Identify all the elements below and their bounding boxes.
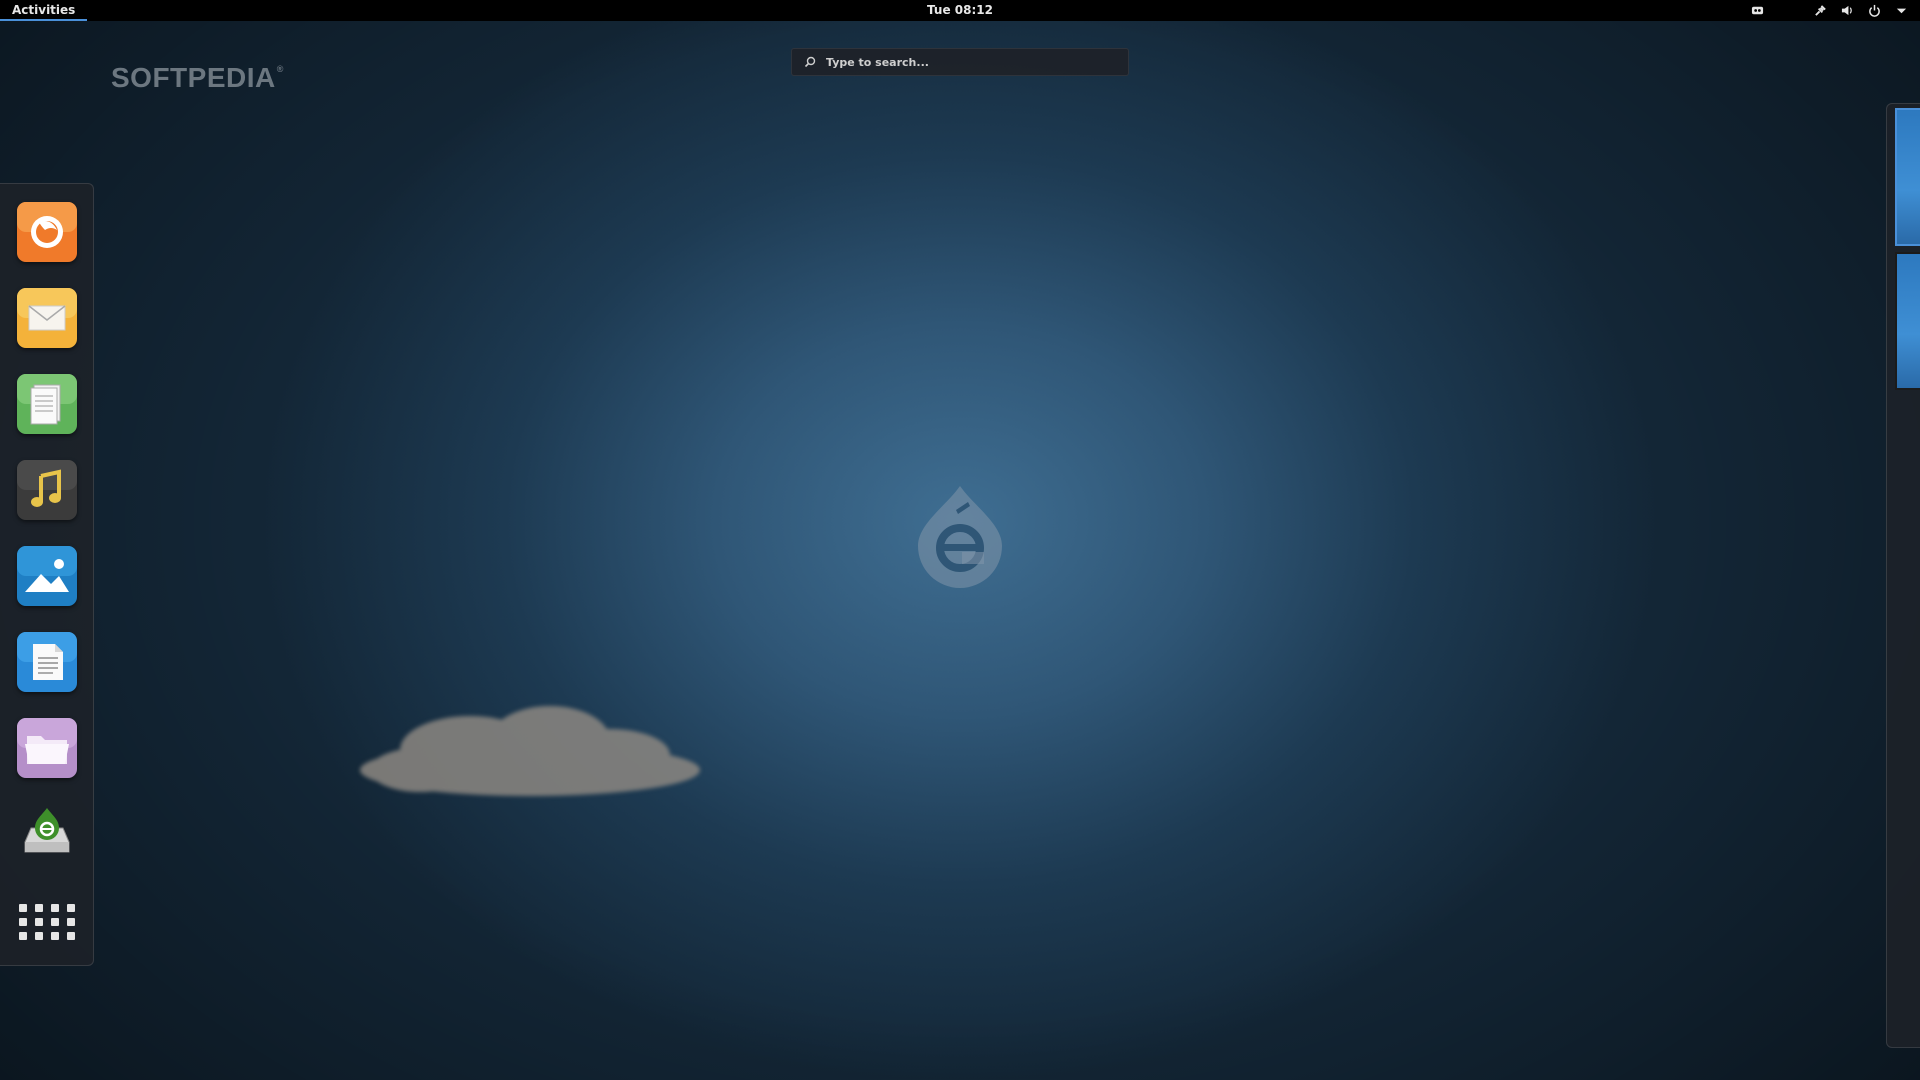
- distro-emblem: [918, 486, 1002, 588]
- app-launcher-installer[interactable]: [17, 804, 77, 864]
- app-launcher-notes[interactable]: [17, 374, 77, 434]
- mail-icon: [17, 288, 77, 348]
- power-icon[interactable]: [1868, 4, 1881, 17]
- clock[interactable]: Tue 08:12: [0, 0, 1920, 21]
- dash: [0, 183, 94, 966]
- app-launcher-firefox[interactable]: [17, 202, 77, 262]
- app-grid-icon: [17, 896, 77, 956]
- network-wired-icon[interactable]: [1814, 4, 1827, 17]
- top-bar: Activities Tue 08:12: [0, 0, 1920, 21]
- search-input[interactable]: [824, 54, 1108, 70]
- chevron-down-icon[interactable]: [1895, 4, 1908, 17]
- workspace-thumbnail-1[interactable]: [1895, 108, 1920, 246]
- accessibility-icon[interactable]: [1751, 4, 1764, 17]
- app-launcher-music[interactable]: [17, 460, 77, 520]
- notes-icon: [17, 374, 77, 434]
- softpedia-watermark: SOFTPEDIA®: [111, 62, 284, 94]
- watermark-mark: ®: [276, 64, 284, 74]
- app-launcher-writer[interactable]: [17, 632, 77, 692]
- show-applications-button[interactable]: [17, 896, 77, 956]
- photos-icon: [17, 546, 77, 606]
- cloud-wallpaper-element: [360, 706, 700, 796]
- workspace-thumbnail-2[interactable]: [1895, 252, 1920, 390]
- app-launcher-photos[interactable]: [17, 546, 77, 606]
- writer-icon: [17, 632, 77, 692]
- search-box[interactable]: [791, 48, 1129, 76]
- music-icon: [17, 460, 77, 520]
- system-tray[interactable]: [1751, 0, 1908, 21]
- search-icon: [804, 56, 816, 68]
- firefox-icon: [17, 202, 77, 262]
- files-icon: [17, 718, 77, 778]
- app-launcher-mail[interactable]: [17, 288, 77, 348]
- watermark-text: SOFTPEDIA: [111, 62, 276, 93]
- volume-icon[interactable]: [1841, 4, 1854, 17]
- installer-icon: [24, 808, 70, 853]
- app-launcher-files[interactable]: [17, 718, 77, 778]
- workspace-switcher: [1886, 103, 1920, 1048]
